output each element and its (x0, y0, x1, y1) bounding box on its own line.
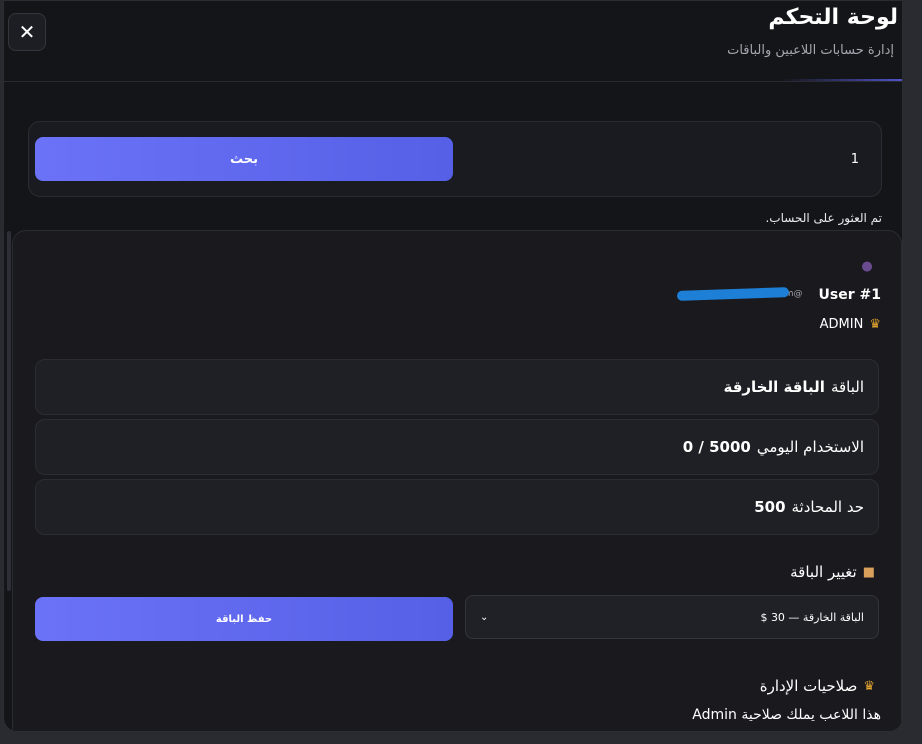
search-button[interactable]: بحث (35, 137, 453, 181)
search-input[interactable] (469, 137, 869, 181)
scrollbar[interactable] (7, 231, 11, 591)
page-title: لوحة التحكم (768, 5, 898, 30)
search-panel: بحث (28, 121, 882, 197)
stat-plan: الباقة الباقة الخارقة (35, 359, 879, 415)
stat-usage: الاستخدام اليومي 0 / 5000 (35, 419, 879, 475)
admin-note: هذا اللاعب يملك صلاحية Admin (692, 707, 881, 723)
stat-chat-limit-value: 500 (754, 498, 786, 516)
close-button[interactable]: ✕ (8, 13, 46, 51)
admin-title: صلاحيات الإدارة (759, 677, 858, 695)
plan-select[interactable]: ⌄ الباقة الخارقة — 30 $ (465, 595, 879, 639)
chevron-down-icon: ⌄ (480, 611, 489, 623)
stat-plan-label: الباقة (830, 378, 864, 396)
package-icon: ■ (862, 564, 875, 580)
found-message: تم العثور على الحساب. (765, 211, 882, 225)
admin-heading: ♛ صلاحيات الإدارة (760, 677, 875, 695)
header-accent-line (782, 79, 902, 81)
crown-icon: ♛ (869, 317, 881, 332)
modal-header: ✕ لوحة التحكم إدارة حسابات اللاعبين والب… (4, 1, 902, 82)
dashboard-modal: ✕ لوحة التحكم إدارة حسابات اللاعبين والب… (3, 0, 903, 732)
user-icon: ● (861, 259, 873, 274)
close-icon: ✕ (18, 20, 36, 44)
user-email: @gmail.com (676, 287, 807, 303)
plan-select-value: الباقة الخارقة — 30 $ (760, 610, 864, 624)
change-plan-heading: ■ تغيير الباقة (790, 563, 875, 581)
role-line: ♛ ADMIN (820, 317, 881, 332)
stat-plan-value: الباقة الخارقة (723, 378, 825, 396)
role-badge: ADMIN (819, 317, 864, 332)
account-card: ● User #1 @gmail.com ♛ ADMIN الباقة البا… (12, 230, 902, 731)
stat-chat-limit: حد المحادثة 500 (35, 479, 879, 535)
user-header: User #1 @gmail.com (676, 287, 881, 303)
stat-chat-limit-label: حد المحادثة (791, 498, 864, 516)
save-plan-button[interactable]: حفظ الباقة (35, 597, 453, 641)
change-plan-title: تغيير الباقة (790, 563, 857, 581)
page-subtitle: إدارة حسابات اللاعبين والباقات (727, 43, 894, 58)
crown-icon: ♛ (863, 678, 875, 694)
user-name: User #1 (818, 287, 881, 303)
stat-usage-value: 0 / 5000 (682, 438, 751, 456)
stat-usage-label: الاستخدام اليومي (756, 438, 864, 456)
